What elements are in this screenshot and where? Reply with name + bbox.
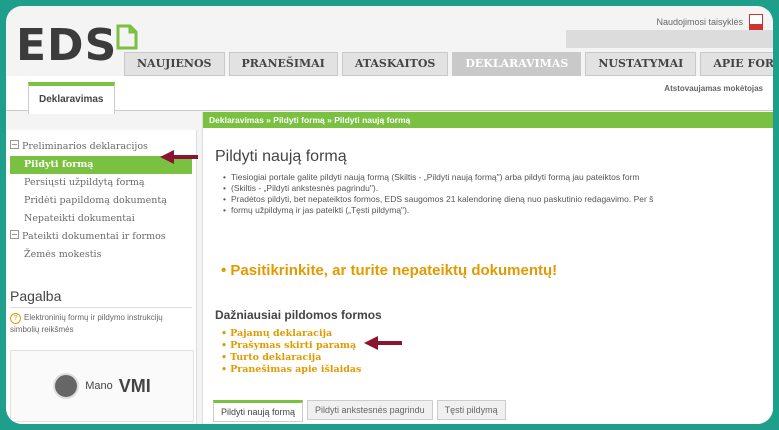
logo-document-icon: [116, 24, 138, 50]
tab-deklaravimas[interactable]: DEKLARAVIMAS: [452, 52, 582, 76]
sidebar-item-label: Persiųsti užpildytą formą: [24, 177, 145, 188]
sidebar-item-nepateikti[interactable]: Nepateikti dokumentai: [10, 210, 192, 228]
subtab-deklaravimas[interactable]: Deklaravimas: [28, 82, 115, 114]
sidebar: Preliminarios deklaracijos Pildyti formą…: [6, 130, 197, 424]
frequent-forms-title: Dažniausiai pildomos formos: [215, 308, 382, 322]
rules-link[interactable]: Naudojimosi taisyklės: [656, 14, 763, 30]
form-link-pranesimas-islaidas[interactable]: Pranešimas apie išlaidas: [221, 364, 361, 376]
header-bar: [566, 30, 773, 48]
help-link-label[interactable]: Elektroninių formų ir pildymo instrukcij…: [10, 313, 163, 334]
help-circle-icon: ?: [10, 313, 21, 324]
tab-pildyti-nauja[interactable]: Pildyti naują formą: [213, 400, 304, 422]
pdf-icon: [749, 14, 763, 30]
help-link[interactable]: ? Elektroninių formų ir pildymo instrukci…: [10, 312, 192, 335]
tab-nustatymai[interactable]: NUSTATYMAI: [585, 52, 697, 76]
sidebar-item-prideti-dokumenta[interactable]: Pridėti papildomą dokumentą: [10, 192, 192, 210]
tab-pranesimai[interactable]: PRANEŠIMAI: [228, 52, 338, 76]
sidebar-item-label: Preliminarios deklaracijos: [22, 141, 148, 152]
collapse-box-icon[interactable]: [10, 230, 19, 239]
form-link-pajamu-deklaracija[interactable]: Pajamų deklaracija: [221, 328, 361, 340]
page-title: Pildyti naują formą: [215, 148, 347, 165]
sidebar-item-persiusti[interactable]: Persiųsti užpildytą formą: [10, 174, 192, 192]
help-title: Pagalba: [10, 288, 192, 308]
annotation-arrow-icon: [364, 336, 402, 350]
annotation-arrow-icon: [160, 150, 198, 164]
tab-ataskaitos[interactable]: ATASKAITOS: [341, 52, 449, 76]
description: Tiesiogiai portale galite pildyti naują …: [223, 172, 768, 216]
sidebar-item-label: Žemės mokestis: [24, 249, 102, 260]
sidebar-item-pateikti[interactable]: Pateikti dokumentai ir formos: [10, 228, 192, 246]
form-link-turto-deklaracija[interactable]: Turto deklaracija: [221, 352, 361, 364]
breadcrumb: Deklaravimas » Pildyti formą » Pildyti n…: [203, 112, 773, 128]
description-line: formų užpildymą ir jas pateikti („Tęsti …: [223, 205, 768, 216]
main-content: Deklaravimas » Pildyti formą » Pildyti n…: [202, 112, 773, 424]
check-unsubmitted-label[interactable]: Pasitikrinkite, ar turite nepateiktų dok…: [230, 262, 557, 279]
description-line: (Skiltis - „Pildyti ankstesnės pagrindu"…: [223, 183, 768, 194]
tab-naujienos[interactable]: NAUJIENOS: [124, 52, 225, 76]
mano-vmi-big: VMI: [118, 375, 151, 396]
sidebar-item-label: Pateikti dokumentai ir formos: [22, 231, 166, 242]
form-tabs: Pildyti naują formą Pildyti ankstesnės p…: [213, 400, 506, 422]
sidebar-item-label: Pildyti formą: [24, 159, 94, 170]
help-section: Pagalba ? Elektroninių formų ir pildymo i…: [10, 288, 192, 335]
represented-payer[interactable]: Atstovaujamas mokėtojas: [664, 84, 763, 93]
sidebar-item-zemes-mokestis[interactable]: Žemės mokestis: [10, 246, 192, 264]
eds-logo: EDS: [16, 20, 118, 71]
app-frame: EDS Naudojimosi taisyklės NAUJIENOS PRAN…: [6, 6, 773, 424]
mano-vmi-icon: [53, 373, 80, 399]
mano-vmi-banner[interactable]: Mano VMI: [10, 350, 194, 422]
form-link-prasymas-parama[interactable]: Prašymas skirti paramą: [221, 340, 361, 352]
check-unsubmitted-link[interactable]: • Pasitikrinkite, ar turite nepateiktų d…: [221, 262, 557, 279]
sidebar-item-label: Pridėti papildomą dokumentą: [24, 195, 167, 206]
rules-link-label[interactable]: Naudojimosi taisyklės: [656, 17, 743, 27]
sub-navigation: Deklaravimas Atstovaujamas mokėtojas: [6, 76, 773, 114]
tab-pildyti-ankstesnes[interactable]: Pildyti ankstesnės pagrindu: [307, 400, 433, 420]
frequent-forms-list: Pajamų deklaracija Prašymas skirti param…: [221, 328, 361, 376]
sidebar-item-label: Nepateikti dokumentai: [24, 213, 135, 224]
tab-apie-formu-teikima[interactable]: APIE FORMŲ TEIKIMĄ: [700, 52, 773, 76]
collapse-box-icon[interactable]: [10, 140, 19, 149]
main-tabs: NAUJIENOS PRANEŠIMAI ATASKAITOS DEKLARAV…: [124, 52, 773, 76]
tab-testi-pildyma[interactable]: Tęsti pildymą: [436, 400, 506, 420]
mano-vmi-prefix: Mano: [85, 380, 113, 392]
description-line: Tiesiogiai portale galite pildyti naują …: [223, 172, 768, 183]
description-line: Pradėtos pildyti, bet nepateiktos formos…: [223, 194, 768, 205]
